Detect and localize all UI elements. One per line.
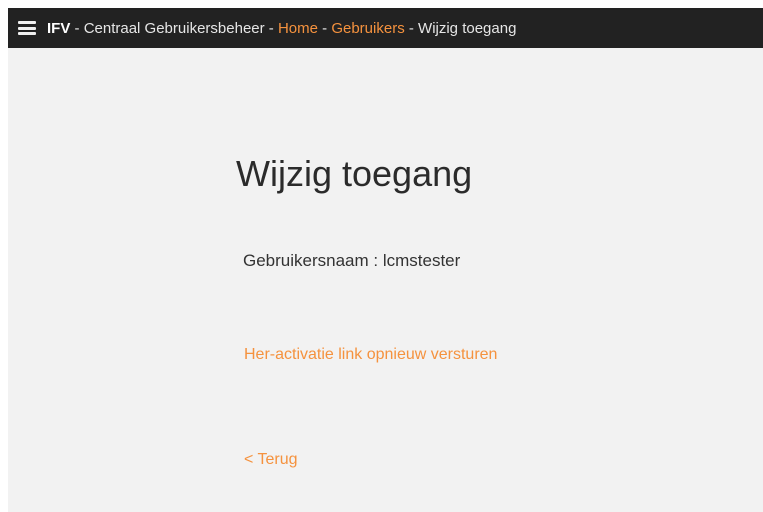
username-value: lcmstester <box>382 251 461 270</box>
page-title: Wijzig toegang <box>236 153 473 194</box>
breadcrumb-separator: - <box>264 19 278 37</box>
username-label: Gebruikersnaam <box>243 251 369 270</box>
breadcrumb-separator: - <box>70 19 84 37</box>
breadcrumb-separator: - <box>404 19 419 37</box>
username-separator: : <box>368 251 383 270</box>
brand-name: IFV <box>47 19 71 37</box>
hamburger-menu-icon[interactable] <box>18 21 36 35</box>
back-link[interactable]: < Terug <box>244 451 298 469</box>
resend-reactivation-link[interactable]: Her-activatie link opnieuw versturen <box>244 346 497 364</box>
breadcrumb-home-link[interactable]: Home <box>278 20 318 37</box>
top-navigation-bar: IFV - Centraal Gebruikersbeheer - Home -… <box>8 8 763 48</box>
username-line: Gebruikersnaam : lcmstester <box>243 251 460 271</box>
page-frame: IFV - Centraal Gebruikersbeheer - Home -… <box>8 8 763 512</box>
app-title: Centraal Gebruikersbeheer <box>83 19 265 37</box>
breadcrumb-separator: - <box>317 19 332 37</box>
breadcrumb-users-link[interactable]: Gebruikers <box>331 20 404 37</box>
breadcrumb-current-page: Wijzig toegang <box>418 19 517 37</box>
